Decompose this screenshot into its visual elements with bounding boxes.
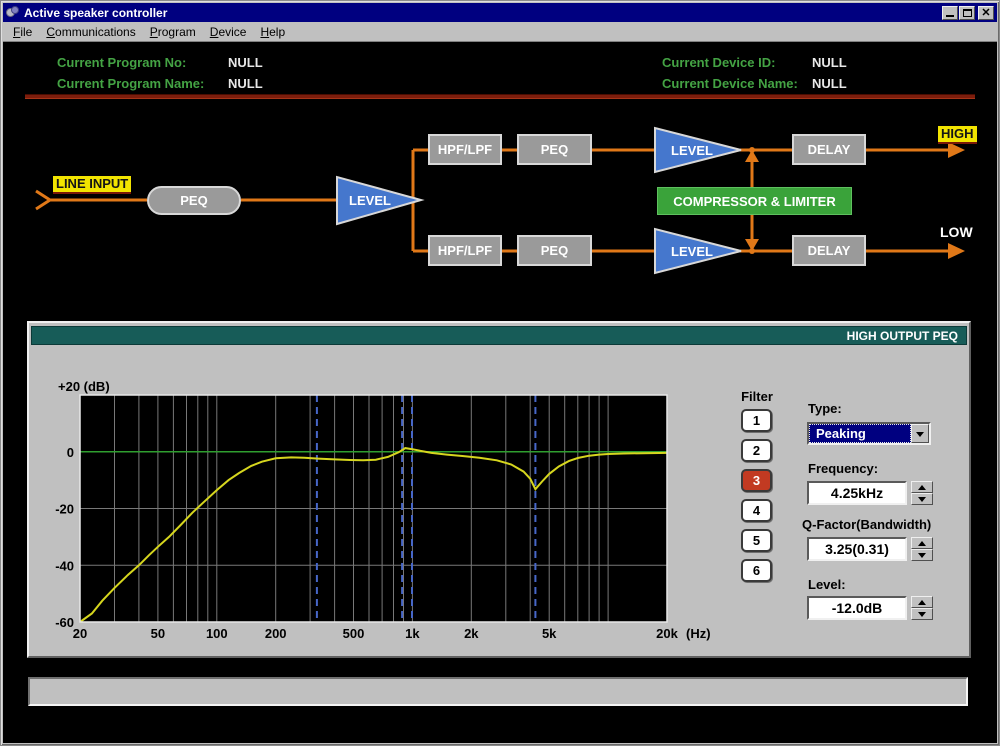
frequency-spinner [911,481,933,505]
menu-item-communications[interactable]: Communications [39,23,142,41]
input-peq-block[interactable]: PEQ [147,186,241,215]
svg-text:100: 100 [206,626,228,641]
frequency-label: Frequency: [808,461,878,476]
svg-text:+20 (dB): +20 (dB) [58,379,110,394]
peq-panel: HIGH OUTPUT PEQ +20 (dB) 0 -20 -40 -6020 50 10… [27,321,971,658]
svg-text:50: 50 [151,626,165,641]
type-dropdown[interactable]: Peaking [807,422,931,445]
program-no-label: Current Program No: [57,55,186,70]
level-spinner [911,596,933,620]
high-peq-block[interactable]: PEQ [517,134,592,165]
low-output-label: LOW [940,224,973,240]
device-id-label: Current Device ID: [662,55,775,70]
high-level-label: LEVEL [671,143,713,158]
device-name-value: NULL [812,76,847,91]
q-factor-field[interactable]: 3.25(0.31) [807,537,907,561]
svg-text:-20: -20 [55,502,74,517]
svg-text:20k: 20k [656,626,678,641]
filter-button-2[interactable]: 2 [741,439,772,462]
svg-text:20: 20 [73,626,87,641]
program-name-value: NULL [228,76,263,91]
minimize-icon [946,15,954,17]
header-separator [25,94,975,99]
q-factor-spin-up-button[interactable] [911,537,933,549]
q-factor-label: Q-Factor(Bandwidth) [802,517,931,532]
menu-item-file[interactable]: File [6,23,39,41]
svg-text:2k: 2k [464,626,479,641]
filter-button-4[interactable]: 4 [741,499,772,522]
svg-text:-60: -60 [55,615,74,630]
window-title: Active speaker controller [24,6,941,20]
filter-button-1[interactable]: 1 [741,409,772,432]
filter-button-5[interactable]: 5 [741,529,772,552]
filter-group-label: Filter [735,389,779,404]
program-no-value: NULL [228,55,263,70]
menubar: FileCommunicationsProgramDeviceHelp [3,22,997,42]
compressor-limiter-block[interactable]: COMPRESSOR & LIMITER [657,187,852,215]
device-name-label: Current Device Name: [662,76,798,91]
menu-item-program[interactable]: Program [143,23,203,41]
high-hpf-lpf-block[interactable]: HPF/LPF [428,134,502,165]
level-spin-down-button[interactable] [911,608,933,620]
low-delay-block[interactable]: DELAY [792,235,866,266]
low-peq-block[interactable]: PEQ [517,235,592,266]
svg-text:1k: 1k [405,626,420,641]
frequency-spin-up-button[interactable] [911,481,933,493]
filter-button-6[interactable]: 6 [741,559,772,582]
maximize-button[interactable] [959,6,975,20]
device-id-value: NULL [812,55,847,70]
titlebar: Active speaker controller ✕ [3,3,997,22]
filter-button-group: 1 2 3 4 5 6 [741,409,772,582]
svg-text:200: 200 [265,626,287,641]
low-level-label: LEVEL [671,244,713,259]
minimize-button[interactable] [942,6,958,20]
close-icon: ✕ [979,7,993,19]
filter-button-3[interactable]: 3 [741,469,772,492]
q-factor-spin-down-button[interactable] [911,549,933,561]
level-label: Level: [808,577,846,592]
svg-text:5k: 5k [542,626,557,641]
type-label: Type: [808,401,842,416]
response-chart: +20 (dB) 0 -20 -40 -6020 50 100 200 500 1k 2k 5k 20k… [46,373,736,663]
menu-item-help[interactable]: Help [253,23,292,41]
level-field[interactable]: -12.0dB [807,596,907,620]
maximize-icon [963,9,972,17]
level-spin-up-button[interactable] [911,596,933,608]
q-factor-spinner [911,537,933,561]
app-window: Active speaker controller ✕ FileCommunic… [0,0,1000,746]
svg-text:500: 500 [343,626,365,641]
low-hpf-lpf-block[interactable]: HPF/LPF [428,235,502,266]
svg-text:-40: -40 [55,558,74,573]
main-level-label: LEVEL [349,193,391,208]
line-input-label: LINE INPUT [53,176,131,194]
high-delay-block[interactable]: DELAY [792,134,866,165]
peq-panel-title: HIGH OUTPUT PEQ [31,326,967,345]
menu-item-device[interactable]: Device [203,23,254,41]
svg-text:0: 0 [67,445,74,460]
high-output-label: HIGH [938,126,977,144]
frequency-field[interactable]: 4.25kHz [807,481,907,505]
type-selected-value: Peaking [809,424,911,443]
status-bar [28,677,968,706]
signal-flow-diagram: LEVEL LEVEL LEVEL LINE INPUT PEQ HPF/LPF… [0,100,1000,318]
app-icon [6,6,20,20]
chevron-down-icon[interactable] [911,424,929,443]
program-name-label: Current Program Name: [57,76,204,91]
frequency-spin-down-button[interactable] [911,493,933,505]
svg-text:(Hz): (Hz) [686,626,711,641]
close-button[interactable]: ✕ [978,6,994,20]
